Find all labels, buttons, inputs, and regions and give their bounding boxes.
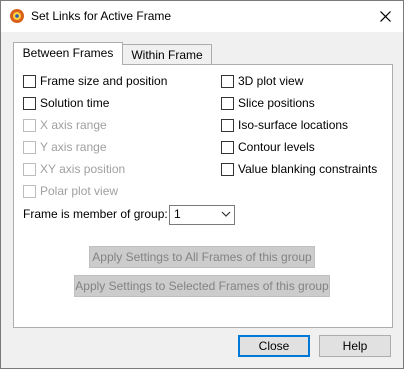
button-label: Close [258, 339, 290, 353]
help-button[interactable]: Help [319, 335, 391, 357]
checkbox-box [23, 141, 36, 154]
checkbox-box[interactable] [221, 141, 234, 154]
chevron-down-icon [221, 211, 231, 217]
tab-within-frame[interactable]: Within Frame [122, 44, 212, 65]
dialog-window: Set Links for Active Frame Between Frame… [0, 0, 404, 369]
tab-label: Between Frames [22, 46, 114, 60]
button-label: Help [342, 339, 368, 353]
checkbox-box[interactable] [23, 97, 36, 110]
app-icon [9, 8, 25, 24]
checkbox-box[interactable] [221, 163, 234, 176]
title-bar: Set Links for Active Frame [1, 1, 403, 32]
checkbox-label: Y axis range [40, 140, 107, 154]
checkbox-label: Solution time [40, 96, 110, 110]
close-icon [380, 11, 391, 22]
close-button[interactable]: Close [238, 335, 310, 357]
close-window-button[interactable] [367, 1, 403, 32]
apply-all-frames-button: Apply Settings to All Frames of this gro… [89, 246, 315, 268]
group-label: Frame is member of group: [23, 207, 168, 221]
tab-between-frames[interactable]: Between Frames [13, 42, 123, 65]
checkbox-box[interactable] [23, 75, 36, 88]
checkbox-box [23, 119, 36, 132]
apply-selected-frames-button: Apply Settings to Selected Frames of thi… [74, 275, 330, 297]
checkbox-label: Contour levels [238, 140, 315, 154]
window-title: Set Links for Active Frame [31, 9, 172, 23]
checkbox-label: Polar plot view [40, 184, 119, 198]
button-label: Apply Settings to All Frames of this gro… [92, 250, 312, 264]
checkbox-box[interactable] [221, 119, 234, 132]
button-label: Apply Settings to Selected Frames of thi… [75, 279, 329, 293]
checkbox-label: 3D plot view [238, 74, 304, 88]
group-select-value: 1 [174, 207, 181, 221]
checkbox-label: Frame size and position [40, 74, 168, 88]
checkbox-box [23, 163, 36, 176]
checkbox-label: Iso-surface locations [238, 118, 349, 132]
checkbox-label: Value blanking constraints [238, 162, 378, 176]
checkbox-label: Slice positions [238, 96, 315, 110]
checkbox-label: XY axis position [40, 162, 126, 176]
group-select[interactable]: 1 [169, 205, 235, 225]
tab-label: Within Frame [131, 48, 203, 62]
checkbox-label: X axis range [40, 118, 107, 132]
checkbox-box[interactable] [221, 75, 234, 88]
checkbox-box[interactable] [221, 97, 234, 110]
checkbox-box [23, 185, 36, 198]
